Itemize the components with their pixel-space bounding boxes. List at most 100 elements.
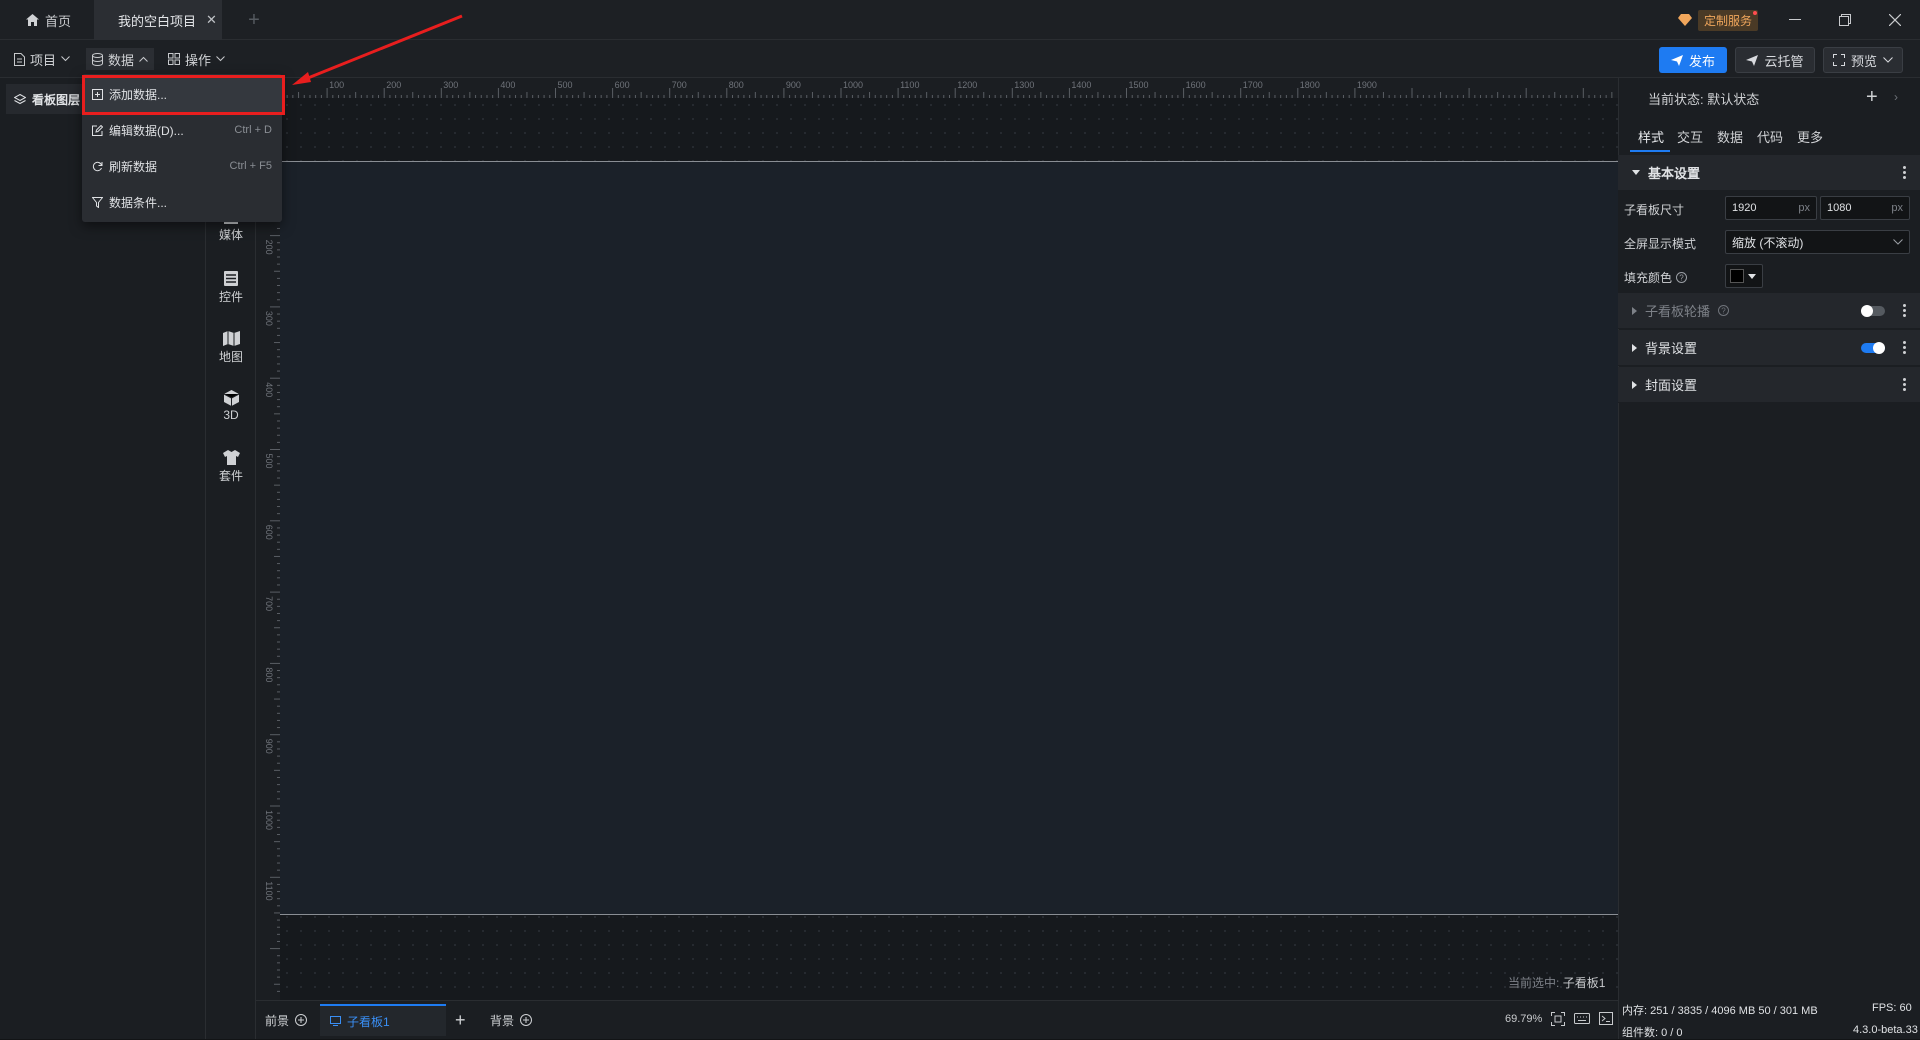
background-toggle[interactable] — [1861, 341, 1885, 354]
restore-button[interactable] — [1820, 0, 1870, 40]
section-carousel[interactable]: 子看板轮播 ? — [1618, 293, 1920, 329]
tab-sub-board[interactable]: 子看板1 — [320, 1004, 446, 1036]
version-label: 4.3.0-beta.33 — [1853, 1024, 1918, 1036]
console-icon[interactable] — [1599, 1012, 1613, 1025]
svg-text:?: ? — [1721, 307, 1726, 316]
ruler-label: 1400 — [1071, 80, 1091, 90]
menu-item-shortcut: Ctrl + F5 — [229, 160, 272, 172]
menu-operation[interactable]: 操作 — [168, 48, 225, 70]
menu-data[interactable]: 数据 — [86, 48, 155, 70]
tab-data[interactable]: 数据 — [1717, 127, 1743, 146]
current-state-label: 当前状态: 默认状态 — [1648, 92, 1760, 107]
menu-item-label: 刷新数据 — [109, 159, 158, 174]
diamond-icon — [1678, 14, 1692, 26]
ruler-label: 1100 — [264, 881, 274, 900]
menu-item-add-data[interactable]: 添加数据... — [82, 76, 282, 112]
menu-operation-label: 操作 — [185, 52, 212, 68]
ruler-label: 1100 — [900, 80, 919, 90]
width-value: 1920 — [1732, 202, 1757, 214]
preview-label: 预览 — [1850, 53, 1877, 69]
keyboard-icon[interactable] — [1574, 1013, 1590, 1024]
section-basic-settings[interactable]: 基本设置 — [1618, 155, 1920, 191]
database-icon — [92, 52, 103, 66]
more-vertical-icon[interactable] — [1903, 166, 1906, 179]
controls-icon — [223, 271, 239, 286]
unit-label: px — [1798, 202, 1810, 214]
fit-screen-icon[interactable] — [1551, 1012, 1565, 1026]
fill-color-picker[interactable] — [1725, 264, 1763, 288]
more-vertical-icon[interactable] — [1903, 378, 1906, 391]
sub-board-canvas[interactable] — [280, 161, 1618, 915]
caret-down-icon — [1632, 170, 1640, 175]
shirt-icon — [222, 450, 240, 465]
home-icon — [26, 14, 39, 26]
zoom-level[interactable]: 69.79% — [1505, 1013, 1542, 1025]
preview-button[interactable]: 预览 — [1823, 47, 1903, 73]
tab-background[interactable]: 背景 — [490, 1004, 533, 1036]
edit-icon — [92, 124, 103, 136]
rail-map[interactable]: 地图 — [206, 331, 256, 365]
fps-status: FPS: 60 — [1872, 1002, 1912, 1014]
chevron-down-icon — [216, 56, 225, 62]
tab-home[interactable]: 首页 — [0, 0, 94, 40]
ruler-label: 1200 — [957, 80, 977, 90]
ruler-label: 600 — [615, 80, 630, 90]
tab-style[interactable]: 样式 — [1638, 127, 1664, 146]
selection-prefix: 当前选中: — [1508, 976, 1560, 990]
cloud-hosting-button[interactable]: 云托管 — [1735, 47, 1815, 73]
cube-icon — [223, 390, 239, 406]
section-background-settings[interactable]: 背景设置 — [1618, 330, 1920, 366]
tab-code[interactable]: 代码 — [1757, 127, 1783, 146]
rail-kit[interactable]: 套件 — [206, 450, 256, 484]
tab-interaction[interactable]: 交互 — [1677, 127, 1703, 146]
tab-foreground-label: 前景 — [265, 1013, 290, 1028]
publish-button[interactable]: 发布 — [1659, 47, 1727, 73]
add-state-button[interactable]: + — [1866, 86, 1878, 109]
ruler-label: 1500 — [1129, 80, 1149, 90]
layers-tab-label: 看板图层 — [32, 92, 81, 107]
menu-item-edit-data[interactable]: 编辑数据(D)... Ctrl + D — [82, 112, 282, 148]
section-title: 子看板轮播 — [1645, 304, 1711, 319]
ruler-label: 1900 — [1357, 80, 1377, 90]
width-input[interactable]: 1920 px — [1725, 196, 1817, 220]
ruler-vertical: 10020030040050060070080090010001100 — [256, 98, 280, 1000]
menu-item-data-condition[interactable]: 数据条件... — [82, 184, 282, 220]
more-vertical-icon[interactable] — [1903, 341, 1906, 354]
add-board-button[interactable]: + — [455, 1004, 466, 1036]
height-input[interactable]: 1080 px — [1820, 196, 1910, 220]
new-tab-button[interactable]: + — [236, 0, 272, 40]
section-cover-settings[interactable]: 封面设置 — [1618, 367, 1920, 403]
tab-board-layers[interactable]: 看板图层 — [6, 84, 89, 114]
fullscreen-mode-select[interactable]: 缩放 (不滚动) — [1725, 230, 1910, 254]
ruler-label: 500 — [264, 454, 274, 469]
menu-project[interactable]: 项目 — [14, 48, 70, 70]
minimize-button[interactable] — [1770, 0, 1820, 40]
layers-icon — [14, 93, 26, 105]
fill-color-label: 填充颜色 — [1624, 271, 1673, 285]
add-circle-icon[interactable] — [520, 1014, 533, 1026]
tab-foreground[interactable]: 前景 — [265, 1004, 308, 1036]
carousel-toggle[interactable] — [1861, 304, 1885, 317]
component-count: 组件数: 0 / 0 — [1622, 1027, 1683, 1039]
close-icon[interactable]: ✕ — [206, 12, 217, 28]
ruler-label: 800 — [729, 80, 744, 90]
ruler-label: 1000 — [843, 80, 863, 90]
ruler-label: 900 — [264, 739, 274, 754]
ruler-label: 300 — [264, 311, 274, 326]
more-vertical-icon[interactable] — [1903, 304, 1906, 317]
menu-item-refresh-data[interactable]: 刷新数据 Ctrl + F5 — [82, 148, 282, 184]
chevron-right-icon[interactable]: › — [1894, 90, 1898, 104]
fullscreen-icon — [1832, 54, 1845, 66]
rail-controls[interactable]: 控件 — [206, 271, 256, 305]
help-circle-icon[interactable]: ? — [1676, 272, 1688, 283]
close-window-button[interactable] — [1870, 0, 1920, 40]
map-icon — [222, 331, 240, 346]
tab-project[interactable]: 我的空白项目 ✕ — [94, 0, 222, 40]
rail-3d[interactable]: 3D — [206, 390, 256, 422]
add-circle-icon[interactable] — [295, 1014, 308, 1026]
fill-color-row: 填充颜色 ? — [1624, 269, 1688, 286]
tab-more[interactable]: 更多 — [1797, 127, 1823, 146]
chevron-down-icon — [1893, 239, 1903, 245]
help-circle-icon[interactable]: ? — [1718, 305, 1730, 316]
custom-service-button[interactable]: 定制服务 — [1678, 9, 1759, 31]
